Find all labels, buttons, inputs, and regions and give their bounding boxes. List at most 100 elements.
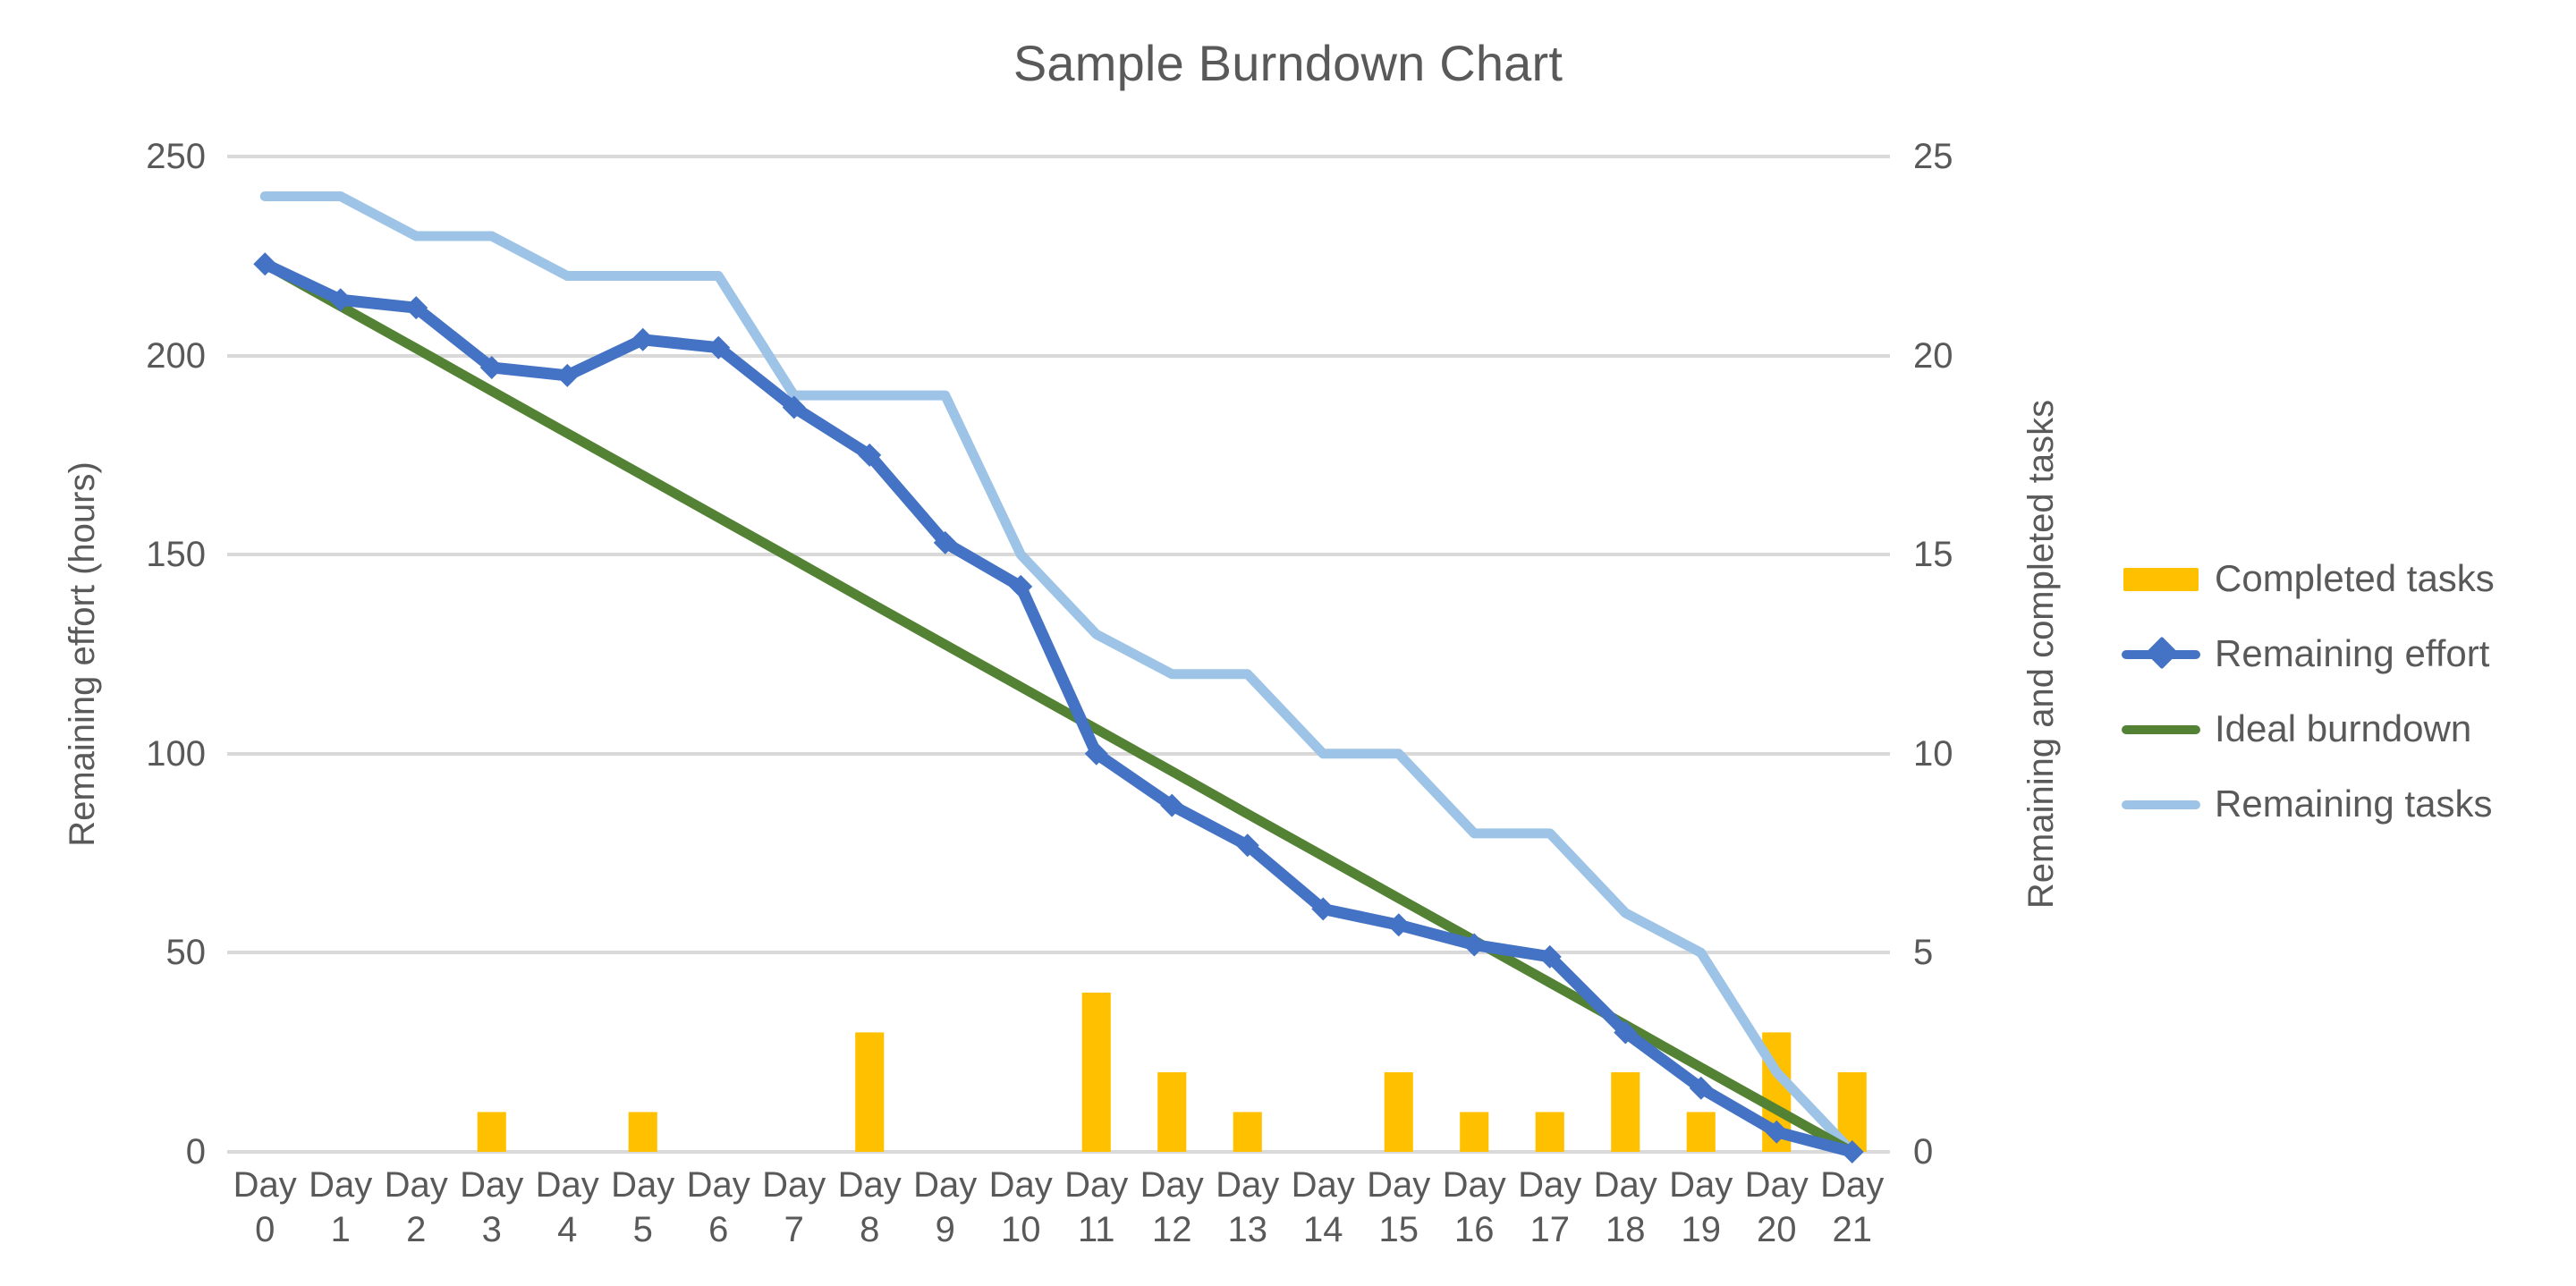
- series-completed-tasks: [477, 992, 1867, 1152]
- right-axis-tick-label: 10: [1913, 733, 1953, 774]
- x-label-day-word: Day: [1064, 1165, 1129, 1205]
- x-label-day-number: 3: [481, 1210, 502, 1249]
- x-axis-tick-label: Day 15: [1361, 1163, 1437, 1270]
- legend-line-swatch: [2122, 800, 2200, 809]
- page-title: Sample Burndown Chart: [1013, 35, 1563, 91]
- x-axis-tick-label: Day 11: [1059, 1163, 1135, 1270]
- x-axis-tick-label: Day 3: [454, 1163, 530, 1270]
- x-label-day-number: 1: [330, 1210, 351, 1249]
- x-axis-tick-label: Day 16: [1436, 1163, 1513, 1270]
- x-axis-tick-label: Day 18: [1588, 1163, 1664, 1270]
- x-label-day-word: Day: [1442, 1165, 1506, 1205]
- x-axis-tick-label: Day 9: [908, 1163, 984, 1270]
- bar-completed-tasks: [1611, 1071, 1640, 1152]
- legend-swatch-icon: [2120, 786, 2202, 822]
- x-label-day-number: 11: [1077, 1210, 1115, 1249]
- x-axis-tick-label: Day 7: [757, 1163, 833, 1270]
- x-label-day-word: Day: [611, 1165, 675, 1205]
- legend-item-label: Completed tasks: [2215, 557, 2495, 599]
- x-axis-tick-label: Day 21: [1815, 1163, 1891, 1270]
- x-label-day-number: 10: [1001, 1210, 1041, 1249]
- bar-completed-tasks: [628, 1112, 657, 1152]
- right-axis-title: Remaining and completed tasks: [2021, 399, 2061, 910]
- x-label-day-number: 2: [406, 1210, 427, 1249]
- x-label-day-number: 18: [1606, 1210, 1646, 1249]
- left-axis-tick-label: 250: [146, 137, 206, 176]
- bar-completed-tasks: [1384, 1071, 1413, 1152]
- legend-line-swatch: [2122, 725, 2200, 734]
- x-label-day-word: Day: [686, 1165, 750, 1205]
- x-label-day-number: 20: [1757, 1210, 1797, 1249]
- x-axis-tick-label: Day 13: [1210, 1163, 1286, 1270]
- x-label-day-number: 7: [784, 1210, 804, 1249]
- right-axis-tick-label: 20: [1913, 335, 1953, 376]
- x-label-day-number: 8: [860, 1210, 880, 1249]
- left-axis-tick-label: 200: [146, 335, 206, 376]
- legend-swatch-icon: [2120, 561, 2202, 596]
- bar-completed-tasks: [1460, 1112, 1489, 1152]
- x-axis-tick-label: Day 2: [378, 1163, 454, 1270]
- x-label-day-word: Day: [1820, 1165, 1885, 1205]
- x-axis-tick-label: Day 1: [303, 1163, 379, 1270]
- x-label-day-number: 16: [1454, 1210, 1495, 1249]
- x-label-day-number: 9: [935, 1210, 955, 1249]
- legend-item[interactable]: Remaining effort: [2120, 616, 2567, 691]
- legend: Completed tasks Remaining effort Ideal bur…: [2120, 541, 2567, 842]
- x-label-day-number: 6: [708, 1210, 729, 1249]
- x-axis-tick-label: Day 5: [606, 1163, 682, 1270]
- x-axis-tick-label: Day 10: [983, 1163, 1059, 1270]
- right-axis-tick-label: 0: [1913, 1132, 1934, 1172]
- legend-diamond-marker-icon: [2145, 636, 2179, 670]
- legend-item[interactable]: Remaining tasks: [2120, 766, 2567, 842]
- right-axis-tick-label: 15: [1913, 535, 1953, 575]
- x-label-day-word: Day: [1367, 1165, 1431, 1205]
- x-label-day-word: Day: [837, 1165, 902, 1205]
- x-label-day-word: Day: [762, 1165, 826, 1205]
- right-axis-tick-label: 25: [1913, 137, 1953, 176]
- x-axis-tick-label: Day 12: [1134, 1163, 1210, 1270]
- x-axis-tick-label: Day 4: [530, 1163, 606, 1270]
- legend-swatch-icon: [2120, 636, 2202, 672]
- x-label-day-word: Day: [1669, 1165, 1733, 1205]
- x-label-day-number: 15: [1378, 1210, 1419, 1249]
- x-label-day-number: 12: [1152, 1210, 1192, 1249]
- x-label-day-number: 21: [1832, 1210, 1873, 1249]
- legend-item[interactable]: Completed tasks: [2120, 541, 2567, 616]
- left-axis-title: Remaining effort (hours): [63, 461, 102, 847]
- x-label-day-number: 17: [1530, 1210, 1571, 1249]
- burndown-chart: Sample Burndown Chart 0 50 100 150 200 250 05…: [0, 0, 2576, 1286]
- x-label-day-word: Day: [1518, 1165, 1582, 1205]
- x-label-day-word: Day: [535, 1165, 599, 1205]
- legend-bar-swatch: [2123, 568, 2199, 591]
- x-label-day-word: Day: [309, 1165, 373, 1205]
- x-label-day-word: Day: [913, 1165, 978, 1205]
- x-label-day-word: Day: [460, 1165, 524, 1205]
- legend-item-label: Remaining tasks: [2215, 783, 2493, 825]
- x-axis-tick-label: Day 0: [227, 1163, 303, 1270]
- bar-completed-tasks: [855, 1032, 885, 1152]
- left-axis-tick-label: 50: [165, 933, 207, 973]
- x-label-day-word: Day: [1593, 1165, 1657, 1205]
- x-label-day-word: Day: [233, 1165, 297, 1205]
- x-label-day-word: Day: [1216, 1165, 1280, 1205]
- x-label-day-word: Day: [988, 1165, 1053, 1205]
- x-axis-labels: Day 0 Day 1 Day 2 Day 3 Day 4 Day 5 Day 6 Day 7 Day 8 Day 9…: [227, 1163, 1890, 1270]
- bar-completed-tasks: [1157, 1071, 1187, 1152]
- legend-item-label: Ideal burndown: [2215, 707, 2472, 749]
- bar-completed-tasks: [1081, 992, 1111, 1152]
- x-axis-tick-label: Day 17: [1513, 1163, 1589, 1270]
- legend-item-label: Remaining effort: [2215, 632, 2490, 674]
- x-axis-tick-label: Day 19: [1664, 1163, 1740, 1270]
- x-axis-tick-label: Day 20: [1739, 1163, 1815, 1270]
- legend-item[interactable]: Ideal burndown: [2120, 691, 2567, 766]
- x-axis-tick-label: Day 6: [681, 1163, 757, 1270]
- x-label-day-word: Day: [1291, 1165, 1355, 1205]
- plot-area: [227, 155, 1890, 1163]
- bar-completed-tasks: [477, 1112, 506, 1152]
- bar-completed-tasks: [1535, 1112, 1564, 1152]
- x-label-day-number: 4: [557, 1210, 578, 1249]
- x-label-day-word: Day: [1744, 1165, 1809, 1205]
- x-label-day-number: 5: [632, 1210, 653, 1249]
- x-label-day-word: Day: [384, 1165, 448, 1205]
- x-label-day-number: 19: [1681, 1210, 1722, 1249]
